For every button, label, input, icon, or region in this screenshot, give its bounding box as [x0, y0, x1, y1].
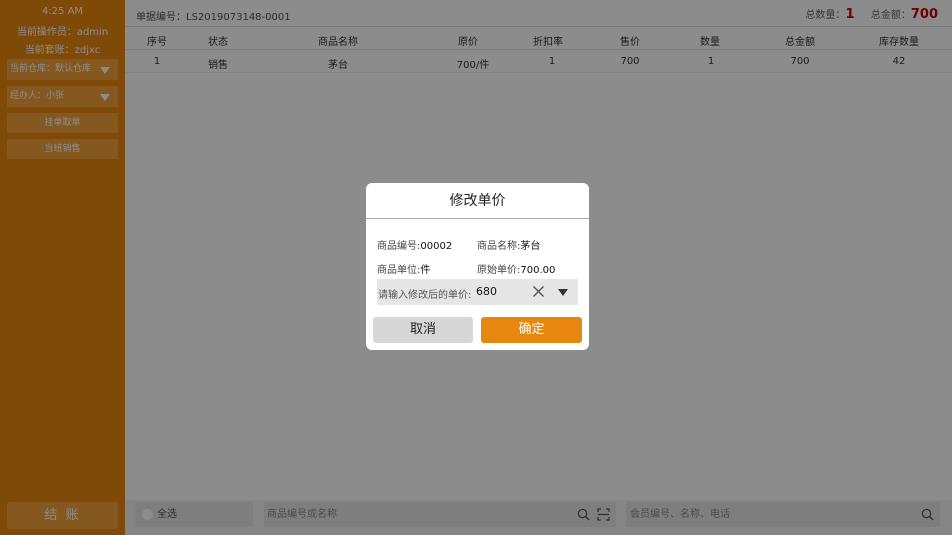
new-price-label: 请输入修改后的单价: [378, 290, 472, 301]
product-unit-value: 件 [420, 265, 431, 276]
close-icon[interactable] [532, 285, 545, 298]
product-unit-label: 商品单位: [377, 265, 421, 276]
cancel-button[interactable]: 取消 [373, 317, 473, 343]
product-code-field: 商品编号:00002 [377, 237, 452, 252]
product-code-value: 00002 [420, 241, 453, 252]
new-price-input[interactable]: 请输入修改后的单价: 680 [377, 279, 578, 305]
product-code-label: 商品编号: [377, 241, 421, 252]
product-name-field: 商品名称:茅台 [477, 237, 540, 252]
new-price-value[interactable]: 680 [476, 285, 497, 298]
product-name-label: 商品名称: [477, 241, 521, 252]
original-price-value: 700.00 [520, 265, 556, 276]
edit-price-dialog: 修改单价 商品编号:00002 商品名称:茅台 商品单位:件 原始单价:700.… [366, 183, 589, 350]
original-price-field: 原始单价:700.00 [477, 261, 555, 276]
original-price-label: 原始单价: [477, 265, 521, 276]
dialog-title: 修改单价 [366, 183, 589, 219]
confirm-button[interactable]: 确定 [481, 317, 582, 343]
chevron-down-icon[interactable] [558, 289, 568, 296]
product-unit-field: 商品单位:件 [377, 261, 430, 276]
product-name-value: 茅台 [520, 241, 541, 252]
